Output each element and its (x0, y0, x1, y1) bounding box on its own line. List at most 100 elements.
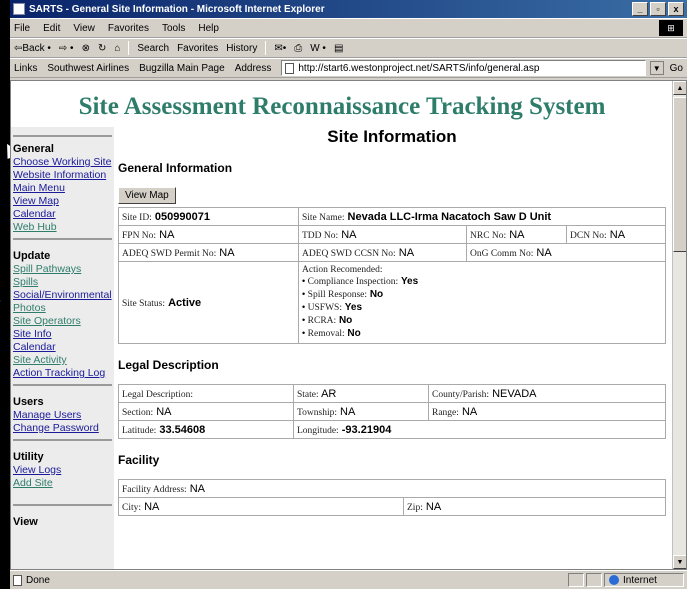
list-item: Spill Response: No (302, 288, 662, 301)
nav-social-environmental[interactable]: Social/Environmental (13, 289, 112, 302)
stop-icon[interactable]: ⊗ (82, 43, 90, 54)
nav-divider (13, 439, 112, 441)
adeq-permit-label: ADEQ SWD Permit No: (122, 248, 217, 259)
nav-spill-pathways[interactable]: Spill Pathways (13, 263, 112, 276)
maximize-button[interactable]: ▫ (650, 2, 666, 16)
nav-divider (13, 384, 112, 386)
action-value: No (347, 328, 361, 339)
table-row: Latitude: 33.54608 Longitude: -93.21904 (118, 420, 666, 439)
print-icon[interactable]: ⎙ (294, 43, 302, 54)
nav-main-menu[interactable]: Main Menu (13, 182, 112, 195)
action-label: Compliance Inspection: (307, 277, 399, 287)
menu-bar: File Edit View Favorites Tools Help ⊞ (10, 18, 687, 38)
edit-icon[interactable]: W • (310, 43, 326, 54)
table-row: Legal Description: State: AR County/Pari… (118, 384, 666, 403)
status-text: Done (26, 574, 50, 586)
facility-address-label: Facility Address: (122, 484, 187, 495)
general-info-heading: General Information (118, 161, 233, 175)
zone-label: Internet (623, 574, 657, 586)
close-button[interactable]: x (668, 2, 684, 16)
nav-change-password[interactable]: Change Password (13, 422, 112, 435)
nav-spills[interactable]: Spills (13, 276, 112, 289)
general-info-table: Site ID: 050990071 Site Name: Nevada LLC… (118, 207, 666, 344)
history-button[interactable]: History (226, 43, 257, 54)
zip-value: NA (425, 500, 442, 513)
toolbar-separator (265, 41, 267, 55)
menu-tools[interactable]: Tools (162, 23, 185, 34)
minimize-button[interactable]: _ (632, 2, 648, 16)
page-done-icon (13, 574, 22, 586)
action-value: No (338, 315, 353, 326)
vertical-scrollbar[interactable]: ▲ ▼ (672, 81, 686, 569)
browser-window: SARTS - General Site Information - Micro… (10, 0, 687, 589)
action-value: No (369, 289, 384, 300)
county-label: County/Parish: (432, 389, 490, 400)
nav-website-information[interactable]: Website Information (13, 169, 112, 182)
address-url: http://start6.westonproject.net/SARTS/in… (298, 62, 540, 74)
view-map-button[interactable]: View Map (118, 187, 176, 204)
legal-table: Legal Description: State: AR County/Pari… (118, 384, 666, 439)
nav-site-activity[interactable]: Site Activity (13, 354, 112, 367)
scroll-up-icon[interactable]: ▲ (673, 81, 686, 95)
link-bugzilla[interactable]: Bugzilla Main Page (139, 63, 225, 74)
address-dropdown-icon[interactable]: ▼ (649, 61, 664, 75)
nav-choose-working-site[interactable]: Choose Working Site (13, 156, 112, 169)
window-title: SARTS - General Site Information - Micro… (29, 3, 325, 15)
fpn-value: NA (159, 228, 175, 241)
nav-divider (13, 238, 112, 240)
nav-add-site[interactable]: Add Site (13, 477, 112, 490)
back-button[interactable]: ⇦Back • (14, 43, 51, 54)
refresh-icon[interactable]: ↻ (98, 43, 106, 54)
standard-toolbar: ⇦Back • ⇨ • ⊗ ↻ ⌂ Search Favorites Histo… (10, 38, 687, 58)
home-icon[interactable]: ⌂ (114, 43, 120, 54)
legal-desc-label: Legal Description: (122, 389, 193, 400)
toolbar-separator (128, 41, 130, 55)
address-input[interactable]: http://start6.westonproject.net/SARTS/in… (281, 60, 646, 76)
favorites-button[interactable]: Favorites (177, 43, 218, 54)
nav-update-calendar[interactable]: Calendar (13, 341, 112, 354)
nav-view-map[interactable]: View Map (13, 195, 112, 208)
forward-button[interactable]: ⇨ • (59, 43, 74, 54)
action-label: USFWS: (307, 303, 342, 313)
nav-manage-users[interactable]: Manage Users (13, 409, 112, 422)
nav-web-hub[interactable]: Web Hub (13, 221, 112, 234)
tdd-label: TDD No: (302, 230, 339, 241)
menu-file[interactable]: File (14, 23, 30, 34)
menu-view[interactable]: View (73, 23, 95, 34)
table-row: Facility Address: NA (118, 479, 666, 498)
go-button[interactable]: Go (670, 63, 683, 74)
menu-help[interactable]: Help (198, 23, 219, 34)
table-row: Site ID: 050990071 Site Name: Nevada LLC… (118, 207, 666, 226)
menu-edit[interactable]: Edit (43, 23, 60, 34)
nav-view-logs[interactable]: View Logs (13, 464, 112, 477)
table-row: FPN No: NA TDD No: NA NRC No: NA DCN No:… (118, 225, 666, 244)
nrc-value: NA (509, 228, 525, 241)
menu-favorites[interactable]: Favorites (108, 23, 149, 34)
discuss-icon[interactable]: ▤ (334, 43, 343, 54)
table-row: Section: NA Township: NA Range: NA (118, 402, 666, 421)
nav-site-info[interactable]: Site Info (13, 328, 112, 341)
address-bar: Links Southwest Airlines Bugzilla Main P… (10, 58, 687, 78)
county-value: NEVADA (492, 387, 537, 400)
scroll-down-icon[interactable]: ▼ (673, 555, 686, 569)
link-southwest-airlines[interactable]: Southwest Airlines (47, 63, 129, 74)
list-item: USFWS: Yes (302, 301, 662, 314)
nav-calendar[interactable]: Calendar (13, 208, 112, 221)
list-item: RCRA: No (302, 314, 662, 327)
mail-icon[interactable]: ✉• (274, 43, 286, 54)
list-item: Compliance Inspection: Yes (302, 275, 662, 288)
nav-site-operators[interactable]: Site Operators (13, 315, 112, 328)
action-label: Removal: (307, 329, 345, 339)
ong-value: NA (536, 246, 552, 259)
nav-action-tracking-log[interactable]: Action Tracking Log (13, 367, 112, 380)
links-label: Links (14, 62, 38, 74)
nav-photos[interactable]: Photos (13, 302, 112, 315)
city-label: City: (122, 502, 142, 513)
state-label: State: (297, 389, 319, 400)
search-button[interactable]: Search (137, 43, 169, 54)
action-list: Compliance Inspection: Yes Spill Respons… (302, 275, 662, 340)
adeq-permit-value: NA (219, 246, 235, 259)
site-name-value: Nevada LLC-Irma Nacatoch Saw D Unit (347, 210, 552, 223)
range-value: NA (461, 405, 478, 418)
scrollbar-thumb[interactable] (673, 97, 686, 252)
